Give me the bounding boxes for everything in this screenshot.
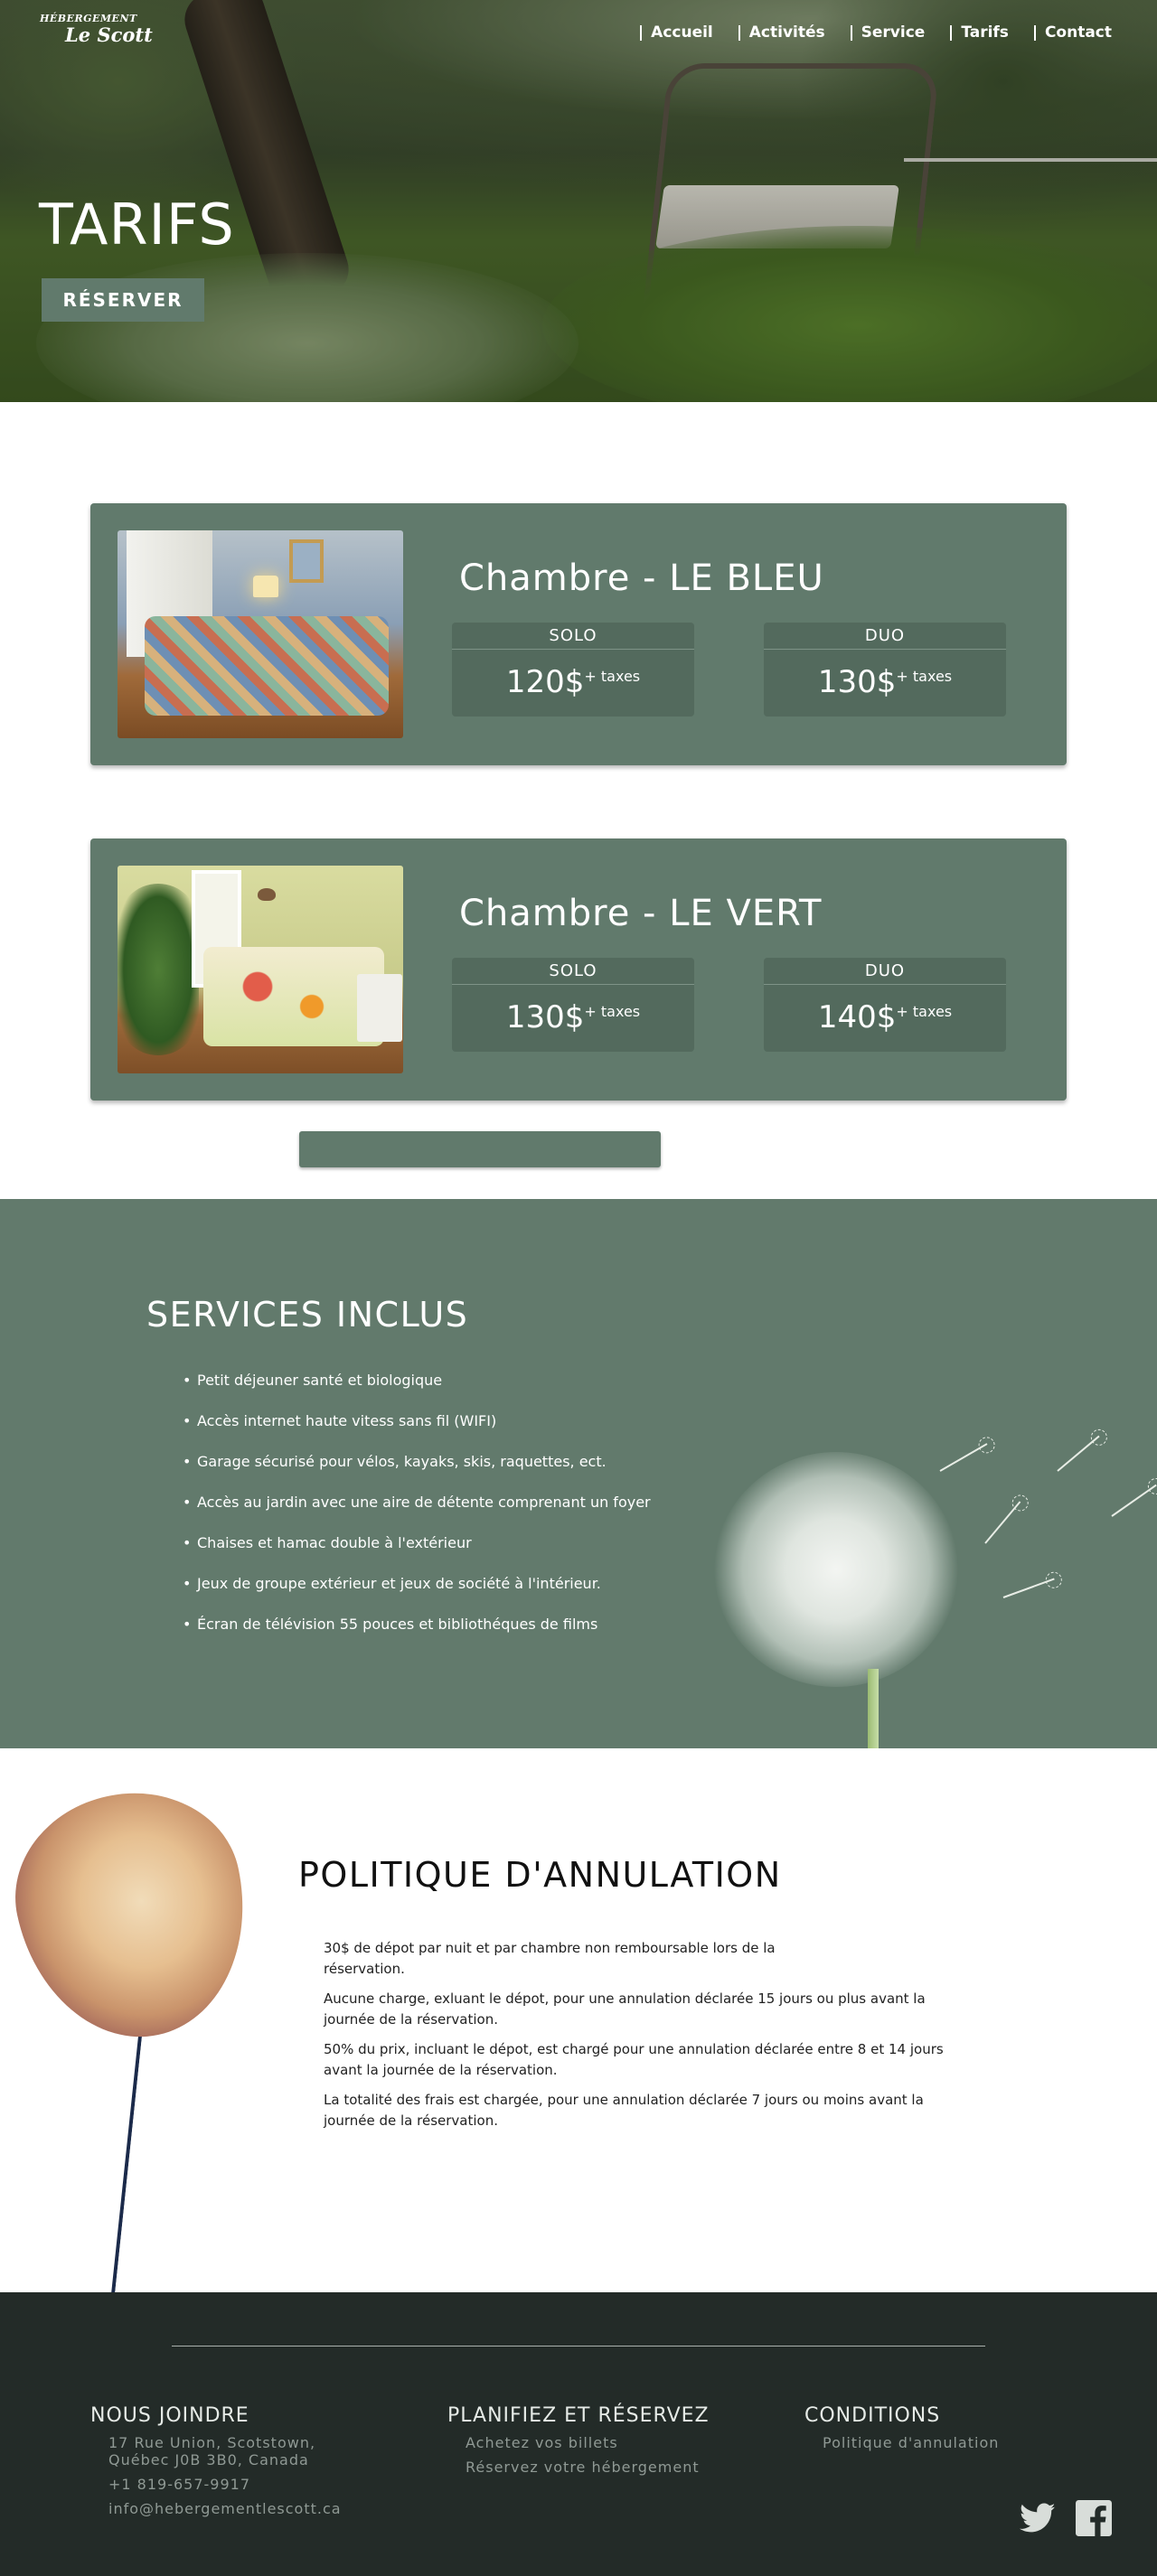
policy-paragraph: 50% du prix, incluant le dépot, est char…: [324, 2041, 944, 2078]
policy-paragraph: Aucune charge, exluant le dépot, pour un…: [324, 1991, 926, 2028]
tax-note: + taxes: [584, 668, 641, 685]
footer-link-booking[interactable]: Réservez votre hébergement: [466, 2459, 710, 2476]
nav-item-service[interactable]: Service: [850, 25, 925, 41]
policy-text: 30$ de dépot par nuit et par chambre non…: [324, 1938, 956, 2140]
footer-link-cancellation[interactable]: Politique d'annulation: [823, 2434, 999, 2451]
price-label: SOLO: [452, 623, 694, 650]
footer-link-tickets[interactable]: Achetez vos billets: [466, 2434, 710, 2451]
dandelion-illustration: [714, 1452, 958, 1687]
services-section: SERVICES INCLUS Petit déjeuner santé et …: [0, 1199, 1157, 1748]
footer-contact: NOUS JOINDRE 17 Rue Union, Scotstown, Qu…: [90, 2404, 342, 2524]
price-value: 130$: [505, 999, 585, 1035]
blank-action-button[interactable]: [299, 1131, 661, 1167]
price-solo: SOLO 130$+ taxes: [452, 958, 694, 1052]
main-nav: Accueil Activités Service Tarifs Contact: [640, 25, 1112, 41]
footer-plan: PLANIFIEZ ET RÉSERVEZ Achetez vos billet…: [447, 2404, 710, 2483]
footer-heading: CONDITIONS: [804, 2404, 941, 2427]
hero-banner: HÉBERGEMENT Le Scott Accueil Activités S…: [0, 0, 1157, 402]
list-item: Écran de télévision 55 pouces et bibliot…: [183, 1615, 651, 1655]
list-item: Chaises et hamac double à l'extérieur: [183, 1533, 651, 1574]
services-list: Petit déjeuner santé et biologique Accès…: [183, 1371, 651, 1655]
price-solo: SOLO 120$+ taxes: [452, 623, 694, 717]
price-value: 130$: [817, 664, 897, 700]
price-duo: DUO 130$+ taxes: [764, 623, 1006, 717]
email-link[interactable]: info@hebergementlescott.ca: [108, 2500, 342, 2517]
dandelion-seed: [984, 1501, 1021, 1544]
dandelion-seed: [1002, 1578, 1055, 1598]
price-label: SOLO: [452, 958, 694, 985]
room-title: Chambre - LE BLEU: [459, 557, 824, 599]
site-footer: NOUS JOINDRE 17 Rue Union, Scotstown, Qu…: [0, 2292, 1157, 2576]
price-value: 140$: [817, 999, 897, 1035]
price-duo: DUO 140$+ taxes: [764, 958, 1006, 1052]
rooms-section: Chambre - LE BLEU SOLO 120$+ taxes DUO 1…: [0, 402, 1157, 1199]
list-item: Garage sécurisé pour vélos, kayaks, skis…: [183, 1452, 651, 1493]
address-line: Québec J0B 3B0, Canada: [108, 2451, 309, 2468]
room-title: Chambre - LE VERT: [459, 893, 823, 934]
site-logo[interactable]: HÉBERGEMENT Le Scott: [40, 13, 153, 46]
list-item: Accès au jardin avec une aire de détente…: [183, 1493, 651, 1533]
room-card-vert: Chambre - LE VERT SOLO 130$+ taxes DUO 1…: [90, 838, 1067, 1101]
footer-conditions: CONDITIONS Politique d'annulation: [804, 2404, 999, 2459]
nav-item-accueil[interactable]: Accueil: [640, 25, 713, 41]
footer-divider: [172, 2346, 985, 2347]
policy-paragraph: 30$ de dépot par nuit et par chambre non…: [324, 1940, 776, 1977]
bedroom-green-photo: [118, 866, 403, 1073]
tax-note: + taxes: [896, 668, 953, 685]
tax-note: + taxes: [584, 1003, 641, 1020]
facebook-icon[interactable]: [1075, 2499, 1113, 2537]
dandelion-seed: [939, 1443, 988, 1472]
dandelion-seed: [1057, 1435, 1100, 1472]
policy-title: POLITIQUE D'ANNULATION: [298, 1855, 782, 1895]
phone-link[interactable]: +1 819-657-9917: [108, 2476, 342, 2493]
price-label: DUO: [764, 958, 1006, 985]
price-label: DUO: [764, 623, 1006, 650]
address-line: 17 Rue Union, Scotstown,: [108, 2434, 316, 2451]
footer-heading: NOUS JOINDRE: [90, 2404, 249, 2427]
twitter-icon[interactable]: [1019, 2499, 1057, 2537]
footer-heading: PLANIFIEZ ET RÉSERVEZ: [447, 2404, 710, 2427]
cancellation-policy-section: POLITIQUE D'ANNULATION 30$ de dépot par …: [0, 1748, 1157, 2521]
page-title: TARIFS: [39, 192, 235, 258]
dandelion-stem: [868, 1669, 879, 1748]
reserve-button[interactable]: RÉSERVER: [42, 278, 204, 322]
nav-item-contact[interactable]: Contact: [1033, 25, 1112, 41]
tax-note: + taxes: [896, 1003, 953, 1020]
list-item: Jeux de groupe extérieur et jeux de soci…: [183, 1574, 651, 1615]
room-card-bleu: Chambre - LE BLEU SOLO 120$+ taxes DUO 1…: [90, 503, 1067, 765]
list-item: Petit déjeuner santé et biologique: [183, 1371, 651, 1411]
logo-bottom-text: Le Scott: [65, 23, 153, 46]
nav-item-activites[interactable]: Activités: [738, 25, 825, 41]
price-value: 120$: [505, 664, 585, 700]
dandelion-seed: [1111, 1484, 1157, 1517]
nav-item-tarifs[interactable]: Tarifs: [950, 25, 1009, 41]
services-title: SERVICES INCLUS: [146, 1295, 469, 1335]
bedroom-blue-photo: [118, 530, 403, 738]
policy-paragraph: La totalité des frais est chargée, pour …: [324, 2092, 924, 2129]
list-item: Accès internet haute vitess sans fil (WI…: [183, 1411, 651, 1452]
